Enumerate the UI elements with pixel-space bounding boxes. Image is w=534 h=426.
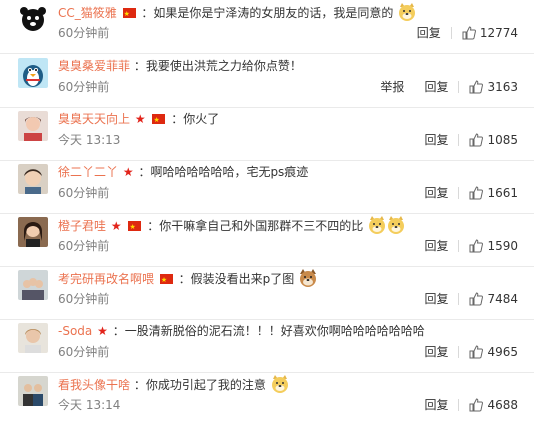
thumbs-up-icon — [469, 239, 484, 253]
star-icon: ★ — [122, 165, 134, 179]
avatar[interactable] — [18, 323, 48, 353]
comment-item: 橙子君哇 ★ ：你干嘛拿自己和外国那群不三不四的比 60分钟前 回复 1590 — [0, 213, 534, 267]
avatar[interactable] — [18, 164, 48, 194]
like-button[interactable]: 4688 — [459, 397, 518, 413]
comment-time: 今天 13:14 — [58, 398, 121, 412]
like-button[interactable]: 4965 — [459, 344, 518, 360]
china-flag-icon — [159, 271, 173, 289]
star-icon: ★ — [97, 324, 108, 338]
comment-time: 60分钟前 — [58, 345, 110, 359]
comment-time: 60分钟前 — [58, 80, 110, 94]
like-button[interactable]: 1590 — [459, 238, 518, 254]
comment-item: 看我头像干啥 ：你成功引起了我的注意 今天 13:14 回复 4688 — [0, 372, 534, 426]
comment-time: 60分钟前 — [58, 239, 110, 253]
doge-emoji-icon — [398, 3, 416, 21]
thumbs-up-icon — [469, 292, 484, 306]
report-button[interactable]: 举报 — [370, 79, 414, 95]
commenter-name[interactable]: CC_猫筱雅 — [58, 6, 117, 20]
avatar[interactable] — [18, 270, 48, 300]
china-flag-icon — [122, 5, 136, 23]
avatar[interactable] — [18, 58, 48, 88]
comment-text: ：如果是你是宁泽涛的女朋友的话，我是同意的 — [141, 6, 394, 20]
like-count: 4688 — [487, 398, 518, 412]
star-icon: ★ — [134, 112, 146, 126]
reply-button[interactable]: 回复 — [407, 25, 451, 41]
commenter-name[interactable]: 橙子君哇 — [58, 219, 106, 233]
comment-actions: 举报 回复 3163 — [370, 79, 518, 95]
comment-actions: 回复 1085 — [414, 132, 518, 148]
comment-text: ：啊哈哈哈哈哈哈，宅无ps痕迹 — [138, 165, 309, 179]
commenter-name[interactable]: -Soda — [58, 324, 92, 338]
avatar[interactable] — [18, 376, 48, 406]
reply-button[interactable]: 回复 — [414, 397, 458, 413]
comment-item: 臭臭桑爱菲菲 ：我要使出洪荒之力给你点赞！ 60分钟前 举报 回复 3163 — [0, 54, 534, 108]
reply-button[interactable]: 回复 — [414, 344, 458, 360]
doge-emoji-icon — [387, 216, 405, 234]
comment-item: CC_猫筱雅 ：如果是你是宁泽涛的女朋友的话，我是同意的 60分钟前 回复 12… — [0, 0, 534, 54]
china-flag-icon — [152, 111, 166, 129]
like-count: 1590 — [487, 239, 518, 253]
comment-text: ：你干嘛拿自己和外国那群不三不四的比 — [147, 219, 364, 233]
thumbs-up-icon — [469, 133, 484, 147]
like-count: 1661 — [487, 186, 518, 200]
comment-actions: 回复 7484 — [414, 291, 518, 307]
like-count: 1085 — [487, 133, 518, 147]
like-button[interactable]: 1085 — [459, 132, 518, 148]
thumbs-up-icon — [469, 345, 484, 359]
commenter-name[interactable]: 徐二丫二丫 — [58, 165, 118, 179]
comment-item: 臭臭天天向上 ★ ：你火了 今天 13:13 回复 1085 — [0, 107, 534, 161]
comment-time: 今天 13:13 — [58, 133, 121, 147]
commenter-name[interactable]: 考完研再改名啊喂 — [58, 272, 154, 286]
commenter-name[interactable]: 臭臭桑爱菲菲 — [58, 59, 130, 73]
comment-actions: 回复 4688 — [414, 397, 518, 413]
commenter-name[interactable]: 看我头像干啥 — [58, 378, 130, 392]
like-count: 4965 — [487, 345, 518, 359]
comment-time: 60分钟前 — [58, 26, 110, 40]
comment-text: ：一股清新脱俗的泥石流！！！好喜欢你啊哈哈哈哈哈哈哈 — [112, 324, 425, 338]
dog-emoji-icon — [299, 269, 317, 287]
thumbs-up-icon — [462, 26, 476, 40]
comment-text: ：你成功引起了我的注意 — [133, 378, 266, 392]
comment-item: 徐二丫二丫 ★ ：啊哈哈哈哈哈哈，宅无ps痕迹 60分钟前 回复 1661 — [0, 160, 534, 214]
comment-time: 60分钟前 — [58, 292, 110, 306]
like-button[interactable]: 7484 — [459, 291, 518, 307]
reply-button[interactable]: 回复 — [414, 132, 458, 148]
commenter-name[interactable]: 臭臭天天向上 — [58, 112, 130, 126]
reply-button[interactable]: 回复 — [414, 238, 458, 254]
avatar[interactable] — [18, 217, 48, 247]
china-flag-icon — [128, 218, 142, 236]
comment-text: ：我要使出洪荒之力给你点赞！ — [133, 59, 302, 73]
thumbs-up-icon — [469, 80, 484, 94]
doge-emoji-icon — [368, 216, 386, 234]
reply-button[interactable]: 回复 — [414, 185, 458, 201]
comment-item: 考完研再改名啊喂 ：假装没看出来p了图 60分钟前 回复 7484 — [0, 266, 534, 320]
comment-text: ：假装没看出来p了图 — [178, 272, 295, 286]
comment-actions: 回复 1590 — [414, 238, 518, 254]
like-button[interactable]: 1661 — [459, 185, 518, 201]
comment-list: CC_猫筱雅 ：如果是你是宁泽涛的女朋友的话，我是同意的 60分钟前 回复 12… — [0, 0, 534, 423]
like-button[interactable]: 3163 — [459, 79, 518, 95]
avatar[interactable] — [18, 111, 48, 141]
comment-time: 60分钟前 — [58, 186, 110, 200]
thumbs-up-icon — [469, 186, 484, 200]
like-button[interactable]: 12774 — [452, 25, 518, 41]
star-icon: ★ — [110, 219, 122, 233]
doge-emoji-icon — [271, 375, 289, 393]
like-count: 3163 — [487, 80, 518, 94]
reply-button[interactable]: 回复 — [414, 79, 458, 95]
avatar[interactable] — [18, 4, 48, 34]
comment-actions: 回复 1661 — [414, 185, 518, 201]
comment-actions: 回复 4965 — [414, 344, 518, 360]
reply-button[interactable]: 回复 — [414, 291, 458, 307]
comment-actions: 回复 12774 — [407, 25, 518, 41]
like-count: 12774 — [479, 26, 518, 40]
comment-text: ：你火了 — [171, 112, 220, 126]
like-count: 7484 — [487, 292, 518, 306]
comment-item: -Soda ★ ：一股清新脱俗的泥石流！！！好喜欢你啊哈哈哈哈哈哈哈 60分钟前… — [0, 319, 534, 373]
thumbs-up-icon — [469, 398, 484, 412]
